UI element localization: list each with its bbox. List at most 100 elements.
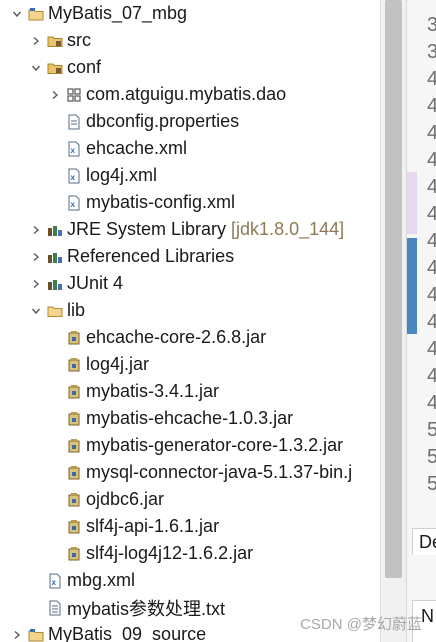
tree-item-label: MyBatis_09_source (48, 624, 207, 642)
svg-text:x: x (52, 578, 57, 587)
tree-item[interactable]: Referenced Libraries (0, 243, 380, 270)
tree-item[interactable]: MyBatis_07_mbg (0, 0, 380, 27)
svg-text:x: x (71, 200, 76, 209)
tree-item[interactable]: mybatis-generator-core-1.3.2.jar (0, 432, 380, 459)
tree-item[interactable]: mybatis-3.4.1.jar (0, 378, 380, 405)
tree-item-label: ojdbc6.jar (86, 489, 165, 509)
line-number: 4 (427, 228, 436, 255)
line-number: 4 (427, 93, 436, 120)
source-folder-icon (47, 60, 63, 76)
line-number: 3 (427, 12, 436, 39)
line-number: 4 (427, 255, 436, 282)
tree-item[interactable]: JUnit 4 (0, 270, 380, 297)
tree-item-label: log4j.jar (86, 354, 150, 374)
tree-item-label: ehcache-core-2.6.8.jar (86, 327, 267, 347)
jar-icon (66, 384, 82, 400)
tree-item-label: mbg.xml (67, 570, 136, 590)
tree-item[interactable]: slf4j-api-1.6.1.jar (0, 513, 380, 540)
watermark: CSDN @梦幻蔚蓝 (300, 616, 422, 633)
vertical-scrollbar[interactable] (380, 0, 406, 642)
tree-item-label: mybatis-ehcache-1.0.3.jar (86, 408, 294, 428)
tree-item-label: ehcache.xml (86, 138, 188, 158)
chevron-right-icon[interactable] (29, 276, 43, 292)
tree-item-label: com.atguigu.mybatis.dao (86, 84, 287, 104)
jar-icon (66, 411, 82, 427)
line-number: 4 (427, 282, 436, 309)
line-number: 4 (427, 309, 436, 336)
tree-item[interactable]: log4j.jar (0, 351, 380, 378)
tree-item-label: Referenced Libraries (67, 246, 235, 266)
tree-item-label: mybatis-3.4.1.jar (86, 381, 220, 401)
tree-item[interactable]: mysql-connector-java-5.1.37-bin.j (0, 459, 380, 486)
line-number: 4 (427, 363, 436, 390)
chevron-right-icon[interactable] (29, 33, 43, 49)
tree-item-label: mybatis参数处理.txt (67, 598, 226, 619)
tree-item-label: src (67, 30, 91, 50)
line-number: 5 (427, 417, 436, 444)
tree-item[interactable]: conf (0, 54, 380, 81)
jar-icon (66, 546, 82, 562)
line-number: 5 (427, 444, 436, 471)
tree-item-label: conf (67, 57, 102, 77)
tree-item[interactable]: JRE System Library [jdk1.8.0_144] (0, 216, 380, 243)
text-file-icon (47, 600, 63, 616)
tree-item[interactable]: lib (0, 297, 380, 324)
chevron-right-icon[interactable] (48, 87, 62, 103)
chevron-down-icon[interactable] (29, 60, 43, 76)
tree-item-label: mybatis-config.xml (86, 192, 236, 212)
chevron-right-icon[interactable] (29, 222, 43, 238)
chevron-down-icon[interactable] (29, 303, 43, 319)
line-number: 4 (427, 174, 436, 201)
svg-text:x: x (71, 146, 76, 155)
tree-item[interactable]: src (0, 27, 380, 54)
tree-item[interactable]: com.atguigu.mybatis.dao (0, 81, 380, 108)
tree-item-label: MyBatis_07_mbg (48, 3, 188, 23)
line-number: 4 (427, 66, 436, 93)
tree-item-decoration: [jdk1.8.0_144] (231, 219, 345, 239)
chevron-down-icon[interactable] (10, 6, 24, 22)
line-number: 5 (427, 471, 436, 498)
xml-file-icon: x (47, 573, 63, 589)
tree-item-label: mybatis-generator-core-1.3.2.jar (86, 435, 344, 455)
jar-icon (66, 438, 82, 454)
tree-item[interactable]: x log4j.xml (0, 162, 380, 189)
chevron-right-icon[interactable] (10, 627, 24, 642)
line-number: 4 (427, 120, 436, 147)
xml-file-icon: x (66, 141, 82, 157)
library-icon (47, 276, 63, 292)
tree-item[interactable]: slf4j-log4j12-1.6.2.jar (0, 540, 380, 567)
tree-item[interactable]: dbconfig.properties (0, 108, 380, 135)
tree-item[interactable]: x mbg.xml (0, 567, 380, 594)
svg-text:x: x (71, 173, 76, 182)
xml-file-icon: x (66, 195, 82, 211)
library-icon (47, 222, 63, 238)
scrollbar-thumb[interactable] (385, 0, 402, 578)
tree-item-label: lib (67, 300, 86, 320)
bottom-tab[interactable]: De (412, 528, 436, 555)
package-explorer-tree: MyBatis_07_mbgsrc conf com.atguigu.mybatis… (0, 0, 380, 642)
project-icon (28, 627, 44, 642)
tree-item-label: log4j.xml (86, 165, 158, 185)
tree-item-label: mysql-connector-java-5.1.37-bin.j (86, 462, 353, 482)
line-number: 3 (427, 39, 436, 66)
line-number: 4 (427, 390, 436, 417)
tree-item[interactable]: x ehcache.xml (0, 135, 380, 162)
highlight-band (407, 172, 417, 234)
chevron-right-icon[interactable] (29, 249, 43, 265)
tree-item[interactable]: ehcache-core-2.6.8.jar (0, 324, 380, 351)
jar-icon (66, 519, 82, 535)
tree-item[interactable]: mybatis-ehcache-1.0.3.jar (0, 405, 380, 432)
tree-item[interactable]: ojdbc6.jar (0, 486, 380, 513)
tree-item-label: JUnit 4 (67, 273, 124, 293)
tree-item[interactable]: x mybatis-config.xml (0, 189, 380, 216)
